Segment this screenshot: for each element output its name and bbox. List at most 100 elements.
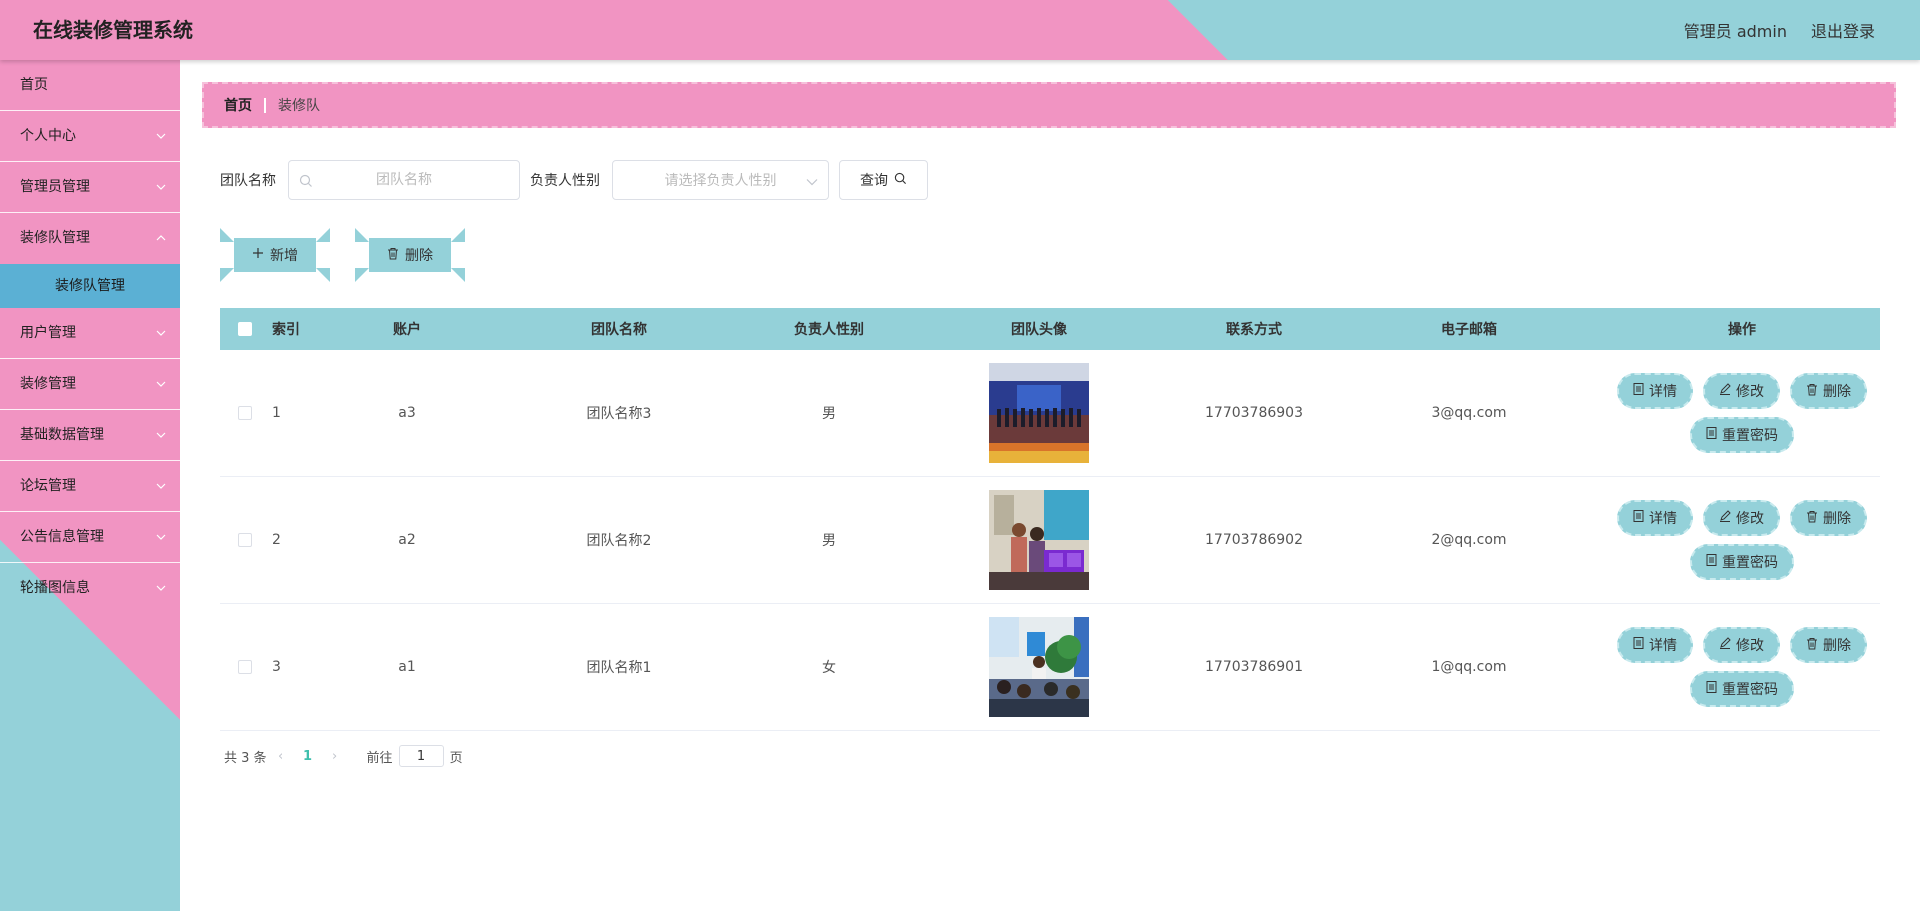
sidebar-item-label: 基础数据管理 (20, 427, 104, 443)
next-page-icon[interactable]: › (321, 749, 349, 764)
cell-email: 3@qq.com (1431, 405, 1507, 421)
document-icon (1706, 681, 1717, 697)
table-row: 2 a2 团队名称2 男 17703786902 2@qq.com 详情 修改 … (220, 477, 1880, 604)
cell-index: 1 (272, 405, 281, 421)
team-avatar-image[interactable] (989, 363, 1089, 463)
edit-button[interactable]: 修改 (1703, 373, 1780, 409)
chevron-down-icon (154, 308, 168, 358)
detail-button[interactable]: 详情 (1617, 627, 1693, 663)
sidebar-item-home[interactable]: 首页 (0, 60, 180, 111)
sidebar-item-label: 装修队管理 (20, 230, 90, 246)
search-icon (299, 173, 313, 192)
sidebar-item-label: 论坛管理 (20, 478, 76, 494)
query-button-label: 查询 (860, 173, 888, 189)
delete-button[interactable]: 删除 (1790, 373, 1867, 409)
row-operations: 详情 修改 删除 重置密码 (1604, 627, 1880, 707)
cell-phone: 17703786901 (1205, 659, 1303, 675)
add-button[interactable]: 新增 (220, 228, 330, 282)
cell-leader-gender: 男 (822, 533, 836, 549)
header-user-area: 管理员 admin 退出登录 (1684, 0, 1875, 60)
sidebar-item-admin-management[interactable]: 管理员管理 (0, 162, 180, 213)
table-row: 1 a3 团队名称3 男 17703786903 3@qq.com 详情 修改 … (220, 350, 1880, 477)
batch-delete-button[interactable]: 删除 (355, 228, 465, 282)
cell-account: a1 (398, 659, 416, 675)
row-checkbox[interactable] (238, 660, 252, 674)
delete-button[interactable]: 删除 (1790, 500, 1867, 536)
chevron-down-icon (154, 563, 168, 613)
sidebar-item-label: 首页 (20, 77, 48, 93)
goto-label: 前往 (366, 750, 393, 766)
reset-password-button[interactable]: 重置密码 (1690, 671, 1794, 707)
sidebar-item-user-management[interactable]: 用户管理 (0, 308, 180, 359)
team-name-input[interactable] (289, 161, 519, 199)
reset-password-button[interactable]: 重置密码 (1690, 544, 1794, 580)
cell-email: 1@qq.com (1431, 659, 1507, 675)
edit-button[interactable]: 修改 (1703, 627, 1780, 663)
search-form: 团队名称 负责人性别 请选择负责人性别 查询 (220, 160, 928, 200)
table-header: 索引 账户 团队名称 负责人性别 团队头像 联系方式 电子邮箱 操作 (220, 308, 1880, 350)
plus-icon (252, 247, 264, 263)
page-number[interactable]: 1 (295, 749, 321, 764)
document-icon (1633, 383, 1644, 399)
row-checkbox[interactable] (238, 406, 252, 420)
query-button[interactable]: 查询 (839, 160, 928, 200)
sidebar-item-notice[interactable]: 公告信息管理 (0, 512, 180, 563)
breadcrumb-separator (264, 97, 266, 113)
main-content: 首页 装修队 团队名称 负责人性别 请选择负责人性别 查询 新增 (180, 60, 1920, 911)
trash-icon (1806, 383, 1818, 400)
cell-leader-gender: 女 (822, 660, 836, 676)
edit-button[interactable]: 修改 (1703, 500, 1780, 536)
header-account: 账户 (393, 322, 421, 338)
sidebar-item-forum[interactable]: 论坛管理 (0, 461, 180, 512)
prev-page-icon[interactable]: ‹ (267, 749, 295, 764)
sidebar-item-team-management[interactable]: 装修队管理 (0, 213, 180, 264)
team-table: 索引 账户 团队名称 负责人性别 团队头像 联系方式 电子邮箱 操作 1 a3 … (220, 308, 1880, 731)
trash-icon (1806, 637, 1818, 654)
logout-link[interactable]: 退出登录 (1811, 18, 1875, 42)
team-avatar-image[interactable] (989, 490, 1089, 590)
row-checkbox[interactable] (238, 533, 252, 547)
header-leader-gender: 负责人性别 (794, 322, 864, 338)
pagination: 共 3 条 ‹ 1 › 前往 页 (224, 744, 463, 768)
document-icon (1706, 427, 1717, 443)
add-button-label: 新增 (270, 248, 298, 264)
row-operations: 详情 修改 删除 重置密码 (1604, 373, 1880, 453)
cell-phone: 17703786903 (1205, 405, 1303, 421)
sidebar-item-base-data[interactable]: 基础数据管理 (0, 410, 180, 461)
reset-password-button[interactable]: 重置密码 (1690, 417, 1794, 453)
goto-page-input[interactable] (398, 745, 444, 767)
cell-index: 2 (272, 532, 281, 548)
row-operations: 详情 修改 删除 重置密码 (1604, 500, 1880, 580)
delete-button[interactable]: 删除 (1790, 627, 1867, 663)
leader-gender-label: 负责人性别 (530, 173, 600, 189)
edit-icon (1719, 510, 1731, 526)
edit-icon (1719, 383, 1731, 399)
app-title: 在线装修管理系统 (33, 18, 193, 42)
sidebar-subitem-team-management[interactable]: 装修队管理 (0, 264, 180, 308)
cell-email: 2@qq.com (1431, 532, 1507, 548)
sidebar-item-renovation-management[interactable]: 装修管理 (0, 359, 180, 410)
cell-team-name: 团队名称1 (586, 660, 652, 676)
breadcrumb-current: 装修队 (278, 98, 320, 114)
chevron-down-icon (806, 174, 818, 190)
header-operations: 操作 (1728, 322, 1756, 338)
sidebar-item-label: 装修管理 (20, 376, 76, 392)
sidebar-item-label: 用户管理 (20, 325, 76, 341)
trash-icon (387, 247, 399, 264)
breadcrumb: 首页 装修队 (202, 82, 1896, 128)
detail-button[interactable]: 详情 (1617, 500, 1693, 536)
edit-icon (1719, 637, 1731, 653)
sidebar-item-carousel[interactable]: 轮播图信息 (0, 563, 180, 614)
team-avatar-image[interactable] (989, 617, 1089, 717)
select-all-checkbox[interactable] (238, 322, 252, 336)
header-team-name: 团队名称 (591, 322, 647, 338)
detail-button[interactable]: 详情 (1617, 373, 1693, 409)
cell-team-name: 团队名称3 (586, 406, 652, 422)
sidebar-item-personal-center[interactable]: 个人中心 (0, 111, 180, 162)
cell-account: a2 (398, 532, 416, 548)
cell-phone: 17703786902 (1205, 532, 1303, 548)
breadcrumb-home[interactable]: 首页 (224, 95, 252, 115)
chevron-down-icon (154, 162, 168, 212)
current-user[interactable]: 管理员 admin (1684, 18, 1787, 42)
leader-gender-select[interactable]: 请选择负责人性别 (612, 160, 829, 200)
